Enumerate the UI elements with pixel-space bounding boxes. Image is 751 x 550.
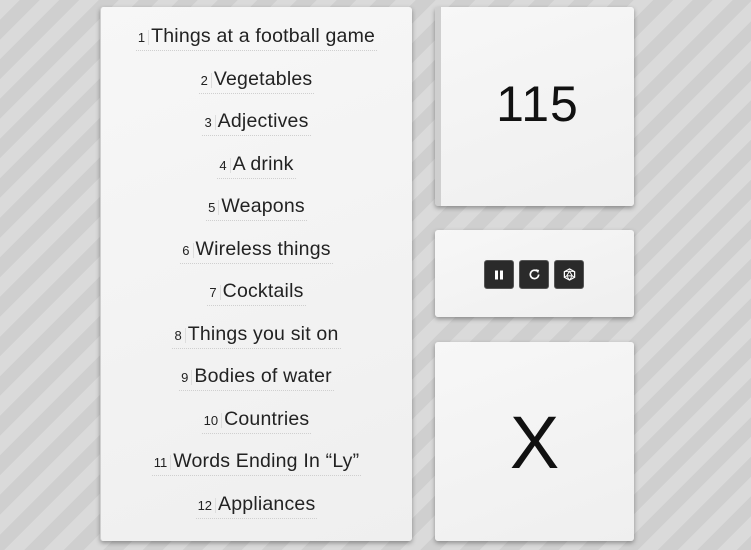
timer-display: 115 xyxy=(496,76,579,132)
category-label: Countries xyxy=(224,407,310,430)
list-item: 5 Weapons xyxy=(101,195,412,238)
category-number: 5 xyxy=(208,200,220,215)
category-label: Bodies of water xyxy=(194,365,332,387)
category-label: Adjectives xyxy=(217,110,309,132)
category-list: 1 Things at a football game 2 Vegetables 3… xyxy=(101,7,412,535)
timer-card: 115 xyxy=(435,7,634,206)
pause-icon xyxy=(495,270,503,279)
category-list-card: 1 Things at a football game 2 Vegetables 3… xyxy=(100,7,412,541)
category-label: Cocktails xyxy=(222,280,304,302)
category-number: 3 xyxy=(204,115,216,130)
roll-letter-button[interactable] xyxy=(554,260,584,289)
current-letter: X xyxy=(509,401,560,484)
restart-icon xyxy=(529,269,540,280)
category-number: 2 xyxy=(201,72,212,88)
list-item: 2 Vegetables xyxy=(101,68,412,111)
list-item: 6 Wireless things xyxy=(101,238,412,281)
category-label: Things at a football game xyxy=(151,25,376,47)
category-number: 1 xyxy=(138,30,150,45)
category-label: Weapons xyxy=(221,195,305,217)
list-item: 8 Things you sit on xyxy=(101,323,412,366)
list-item: 3 Adjectives xyxy=(101,110,412,153)
list-item: 1 Things at a football game xyxy=(101,25,412,68)
dice-icon xyxy=(563,268,575,281)
category-label: A drink xyxy=(232,152,294,175)
category-number: 7 xyxy=(209,285,221,300)
category-number: 12 xyxy=(198,497,217,513)
category-number: 6 xyxy=(182,242,194,258)
list-item: 7 Cocktails xyxy=(101,280,412,323)
category-number: 11 xyxy=(154,455,172,470)
list-item: 11 Words Ending In “Ly” xyxy=(101,450,412,493)
letter-card: X xyxy=(435,342,634,541)
list-item: 9 Bodies of water xyxy=(101,365,412,408)
category-number: 8 xyxy=(174,327,186,343)
list-item: 4A drink xyxy=(101,153,412,196)
category-number: 4 xyxy=(219,157,231,173)
controls-card xyxy=(435,230,634,317)
category-label: Words Ending In “Ly” xyxy=(173,450,360,472)
list-item: 12 Appliances xyxy=(101,493,412,536)
category-number: 9 xyxy=(181,370,193,385)
category-label: Appliances xyxy=(218,492,316,515)
restart-button[interactable] xyxy=(519,260,549,289)
category-number: 10 xyxy=(204,412,223,428)
category-label: Vegetables xyxy=(213,67,313,90)
category-label: Things you sit on xyxy=(187,322,339,345)
control-buttons xyxy=(484,260,584,289)
pause-button[interactable] xyxy=(484,260,514,289)
list-item: 10 Countries xyxy=(101,408,412,451)
category-label: Wireless things xyxy=(195,237,331,260)
